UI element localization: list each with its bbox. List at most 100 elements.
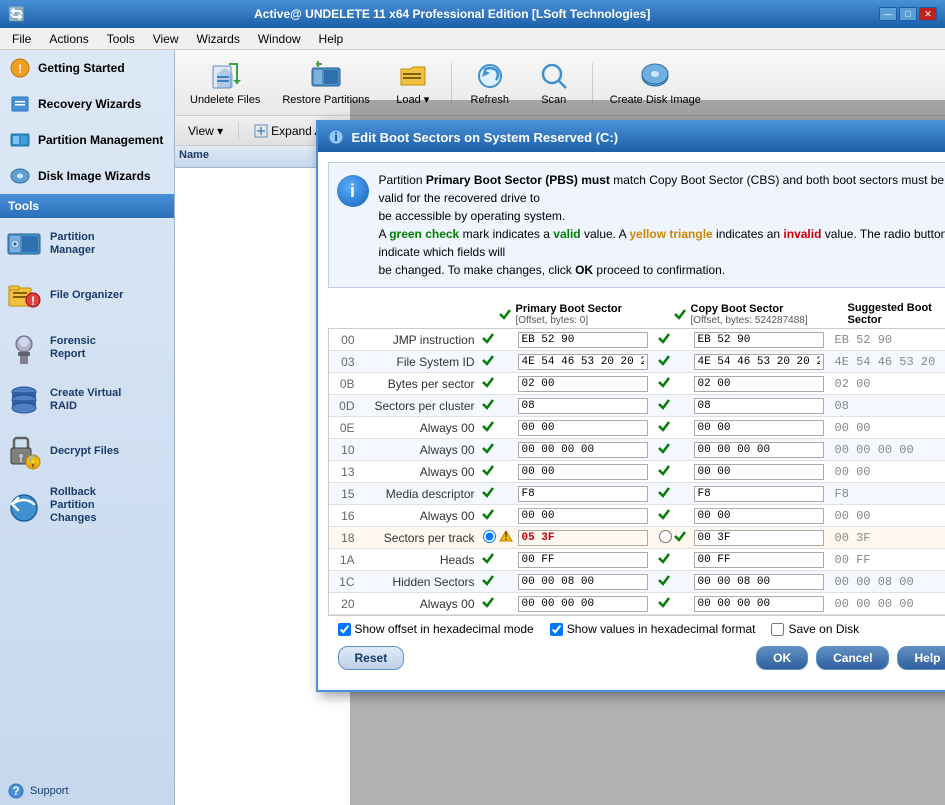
tool-item-rollback-partition-changes[interactable]: RollbackPartitionChanges bbox=[0, 478, 174, 534]
sidebar-item-recovery-wizards[interactable]: Recovery Wizards bbox=[0, 86, 174, 122]
menu-bar: File Actions Tools View Wizards Window H… bbox=[0, 28, 945, 50]
dialog-action-buttons: OK Cancel Help bbox=[756, 646, 945, 670]
show-offset-hex-checkbox[interactable] bbox=[338, 623, 351, 636]
show-values-hex-checkbox[interactable] bbox=[550, 623, 563, 636]
sidebar-label-recovery-wizards: Recovery Wizards bbox=[38, 97, 141, 111]
pbs-input-field[interactable] bbox=[515, 462, 655, 481]
cbs-input-field[interactable] bbox=[691, 573, 831, 591]
cbs-input-field[interactable] bbox=[691, 353, 831, 371]
help-button[interactable]: Help bbox=[897, 646, 945, 670]
menu-help[interactable]: Help bbox=[311, 30, 352, 48]
table-row: 13 Always 00 00 00 bbox=[329, 461, 945, 483]
pbs-input-field[interactable] bbox=[515, 594, 655, 613]
cbs-input-field[interactable] bbox=[691, 463, 831, 481]
close-button[interactable]: ✕ bbox=[919, 7, 937, 21]
pbs-input-field[interactable] bbox=[515, 506, 655, 525]
title-bar: 🔄 Active@ UNDELETE 11 x64 Professional E… bbox=[0, 0, 945, 28]
tool-item-forensic-report[interactable]: ForensicReport bbox=[0, 322, 174, 374]
sidebar: ! Getting Started Recovery Wizards Parti… bbox=[0, 50, 175, 805]
pbs-input-field[interactable] bbox=[515, 352, 655, 371]
cbs-valid-icon bbox=[673, 529, 691, 546]
ok-button[interactable]: OK bbox=[756, 646, 808, 670]
suggested-value: 00 FF bbox=[831, 552, 941, 568]
maximize-button[interactable]: □ bbox=[899, 7, 917, 21]
pbs-input-field[interactable] bbox=[515, 396, 655, 415]
save-on-disk-checkbox[interactable] bbox=[771, 623, 784, 636]
save-on-disk-checkbox-label[interactable]: Save on Disk bbox=[771, 622, 859, 636]
svg-text:🔓: 🔓 bbox=[26, 455, 41, 469]
sidebar-label-getting-started: Getting Started bbox=[38, 61, 125, 75]
pbs-input-field[interactable] bbox=[515, 440, 655, 459]
tool-item-create-virtual-raid[interactable]: Create VirtualRAID bbox=[0, 374, 174, 426]
row-offset: 20 bbox=[329, 595, 359, 613]
cbs-radio-cell[interactable] bbox=[655, 528, 673, 548]
cbs-input-field[interactable] bbox=[691, 529, 831, 547]
dialog-info-panel: i Partition Primary Boot Sector (PBS) mu… bbox=[328, 162, 945, 288]
cbs-input-field[interactable] bbox=[691, 397, 831, 415]
table-rows-container: 00 JMP instruction EB 52 90 03 File Syst… bbox=[329, 329, 945, 615]
cbs-spacer bbox=[655, 353, 673, 370]
toolbar2-separator bbox=[238, 122, 239, 140]
cbs-input-field[interactable] bbox=[691, 551, 831, 569]
col-copy-sub: [Offset, bytes: 524287488] bbox=[691, 315, 808, 326]
cbs-input-field[interactable] bbox=[691, 441, 831, 459]
dialog-overlay: i Edit Boot Sectors on System Reserved (… bbox=[350, 100, 945, 805]
pbs-status-icon bbox=[479, 441, 497, 458]
cbs-input-field[interactable] bbox=[691, 331, 831, 349]
pbs-input-field[interactable] bbox=[515, 374, 655, 393]
tool-label-create-virtual-raid: Create VirtualRAID bbox=[50, 387, 121, 413]
row-name: JMP instruction bbox=[359, 331, 479, 349]
table-row: 1A Heads 00 FF bbox=[329, 549, 945, 571]
pbs-input-field[interactable] bbox=[515, 418, 655, 437]
cancel-button[interactable]: Cancel bbox=[816, 646, 889, 670]
cbs-input-field[interactable] bbox=[691, 485, 831, 503]
table-row: 16 Always 00 00 00 bbox=[329, 505, 945, 527]
pbs-radio-button[interactable] bbox=[479, 528, 497, 548]
tool-item-partition-manager[interactable]: PartitionManager bbox=[0, 218, 174, 270]
cbs-input-field[interactable] bbox=[691, 507, 831, 525]
menu-tools[interactable]: Tools bbox=[99, 30, 143, 48]
table-row: 03 File System ID 4E 54 46 53 20 20 20 2… bbox=[329, 351, 945, 373]
cbs-input-field[interactable] bbox=[691, 375, 831, 393]
cbs-spacer bbox=[655, 331, 673, 348]
menu-actions[interactable]: Actions bbox=[41, 30, 96, 48]
tool-item-file-organizer[interactable]: ! File Organizer bbox=[0, 270, 174, 322]
row-offset: 0B bbox=[329, 375, 359, 393]
show-offset-hex-checkbox-label[interactable]: Show offset in hexadecimal mode bbox=[338, 622, 534, 636]
view-button[interactable]: View ▾ bbox=[181, 121, 230, 141]
suggested-value: 02 00 bbox=[831, 376, 941, 392]
sidebar-item-getting-started[interactable]: ! Getting Started bbox=[0, 50, 174, 86]
cbs-input-field[interactable] bbox=[691, 419, 831, 437]
pbs-input-field[interactable] bbox=[515, 484, 655, 503]
show-values-hex-checkbox-label[interactable]: Show values in hexadecimal format bbox=[550, 622, 756, 636]
minimize-button[interactable]: — bbox=[879, 7, 897, 21]
pbs-input-field[interactable] bbox=[515, 528, 655, 547]
sidebar-item-disk-image-wizards[interactable]: Disk Image Wizards bbox=[0, 158, 174, 194]
file-organizer-icon: ! bbox=[6, 278, 42, 314]
sidebar-item-partition-management[interactable]: Partition Management bbox=[0, 122, 174, 158]
row-name: File System ID bbox=[359, 353, 479, 371]
menu-window[interactable]: Window bbox=[250, 30, 309, 48]
undelete-files-button[interactable]: Undelete Files bbox=[181, 55, 269, 111]
partition-management-icon bbox=[8, 128, 32, 152]
sidebar-footer-support[interactable]: ? Support bbox=[0, 777, 174, 805]
row-offset: 13 bbox=[329, 463, 359, 481]
pbs-input-field[interactable] bbox=[515, 550, 655, 569]
recovery-wizards-icon bbox=[8, 92, 32, 116]
pbs-input-field[interactable] bbox=[515, 330, 655, 349]
edit-boot-sectors-dialog: i Edit Boot Sectors on System Reserved (… bbox=[316, 120, 945, 692]
pbs-input-field[interactable] bbox=[515, 572, 655, 591]
pbs-status-icon bbox=[479, 375, 497, 392]
menu-view[interactable]: View bbox=[145, 30, 187, 48]
tool-label-partition-manager: PartitionManager bbox=[50, 231, 95, 257]
svg-text:!: ! bbox=[18, 62, 22, 76]
suggested-value: EB 52 90 bbox=[831, 332, 941, 348]
partition-manager-icon bbox=[6, 226, 42, 262]
menu-file[interactable]: File bbox=[4, 30, 39, 48]
pbs-status-icon bbox=[479, 485, 497, 502]
reset-button[interactable]: Reset bbox=[338, 646, 405, 670]
cbs-input-field[interactable] bbox=[691, 595, 831, 613]
menu-wizards[interactable]: Wizards bbox=[189, 30, 248, 48]
tool-item-decrypt-files[interactable]: 🔓 Decrypt Files bbox=[0, 426, 174, 478]
suggested-value: 4E 54 46 53 20 20 20 20 bbox=[831, 354, 941, 370]
